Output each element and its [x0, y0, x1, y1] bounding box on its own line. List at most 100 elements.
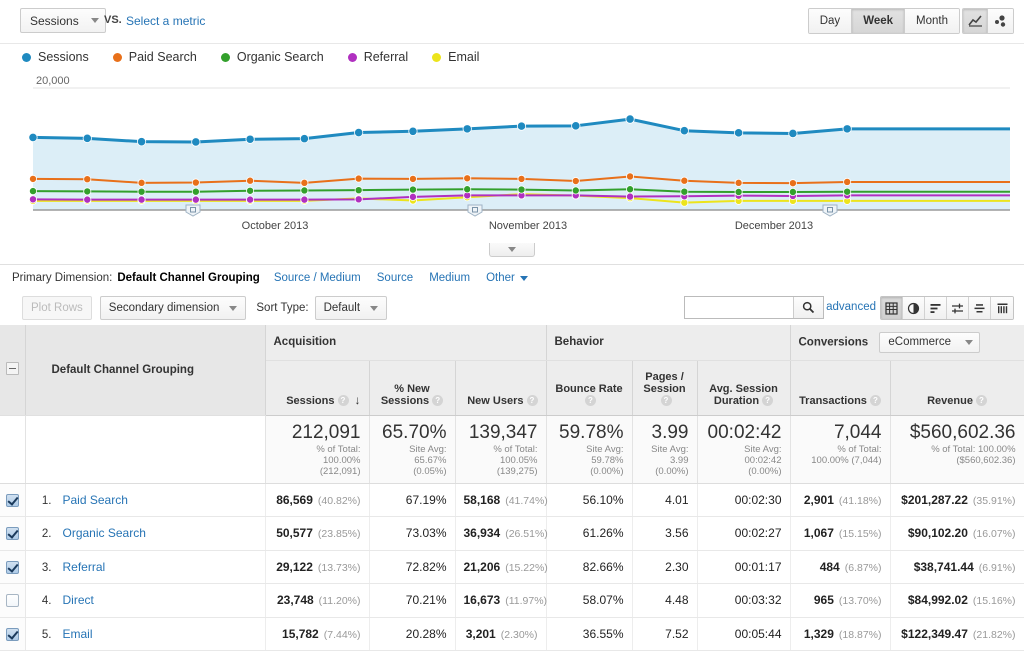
data-point[interactable]: [679, 126, 689, 136]
table-row[interactable]: 5. Email 15,782 (7.44%) 20.28% 3,201 (2.30%) 36…: [0, 617, 1024, 651]
data-point[interactable]: [28, 174, 37, 183]
data-point[interactable]: [299, 134, 309, 144]
row-checkbox-cell[interactable]: [0, 483, 26, 517]
metric-select[interactable]: Sessions: [20, 8, 106, 33]
row-checkbox[interactable]: [5, 594, 19, 608]
data-point[interactable]: [680, 187, 689, 196]
data-point[interactable]: [571, 121, 581, 131]
help-icon[interactable]: ?: [762, 395, 774, 407]
data-point[interactable]: [408, 185, 417, 194]
dimension-link-medium[interactable]: Medium: [429, 272, 470, 284]
data-point[interactable]: [626, 172, 635, 181]
table-row[interactable]: 2. Organic Search 50,577 (23.85%) 73.03% 36,9…: [0, 516, 1024, 551]
data-point[interactable]: [245, 134, 255, 144]
data-point[interactable]: [354, 127, 364, 138]
data-point[interactable]: [788, 179, 797, 188]
sort-descending-icon[interactable]: ↓: [355, 393, 361, 407]
conversions-type-select[interactable]: eCommerce: [879, 331, 981, 353]
row-checkbox[interactable]: [5, 560, 19, 574]
data-point[interactable]: [788, 188, 797, 197]
row-checkbox-cell[interactable]: [0, 550, 26, 584]
data-point[interactable]: [300, 195, 309, 204]
data-point[interactable]: [571, 186, 580, 195]
help-icon[interactable]: ?: [660, 395, 672, 407]
data-point[interactable]: [463, 174, 472, 183]
data-point[interactable]: [843, 187, 852, 196]
column-header-bounce-rate[interactable]: Bounce Rate?: [546, 360, 633, 416]
data-point[interactable]: [408, 174, 417, 183]
month-marker-handle[interactable]: [822, 204, 838, 217]
granularity-week-button[interactable]: Week: [852, 9, 906, 33]
data-point[interactable]: [788, 128, 798, 139]
data-point[interactable]: [517, 185, 526, 194]
data-point[interactable]: [734, 188, 743, 197]
data-point[interactable]: [842, 124, 852, 134]
data-point[interactable]: [734, 128, 744, 138]
dimension-link-source[interactable]: Source: [377, 272, 413, 284]
data-point[interactable]: [137, 178, 146, 187]
data-point[interactable]: [354, 195, 363, 204]
table-view-icon-button[interactable]: [881, 297, 903, 319]
data-point[interactable]: [137, 195, 146, 204]
data-point[interactable]: [516, 121, 527, 131]
data-point[interactable]: [28, 132, 38, 143]
row-dimension-link[interactable]: Referral: [63, 560, 106, 574]
pie-view-icon-button[interactable]: [903, 297, 925, 319]
column-header-new-sessions[interactable]: % New Sessions?: [369, 360, 456, 416]
data-point[interactable]: [28, 187, 37, 196]
data-point[interactable]: [462, 124, 472, 134]
data-point[interactable]: [246, 195, 255, 204]
data-point[interactable]: [82, 133, 92, 143]
month-marker-handle[interactable]: [467, 204, 483, 217]
advanced-link[interactable]: advanced: [826, 301, 876, 313]
data-point[interactable]: [191, 178, 200, 187]
comparison-view-icon-button[interactable]: [947, 297, 969, 319]
data-point[interactable]: [83, 175, 92, 184]
table-row[interactable]: 4. Direct 23,748 (11.20%) 70.21% 16,673 (11.97…: [0, 583, 1024, 618]
column-header-revenue[interactable]: Revenue?: [890, 360, 1024, 416]
column-header-avg-session-duration[interactable]: Avg. Session Duration?: [697, 360, 791, 416]
term-cloud-view-icon-button[interactable]: [969, 297, 991, 319]
sort-type-select[interactable]: Default: [314, 296, 388, 320]
data-point[interactable]: [408, 126, 418, 136]
legend-item-organic-search[interactable]: Organic Search: [220, 50, 324, 64]
collapse-all-button[interactable]: [0, 325, 26, 416]
search-button[interactable]: [793, 297, 823, 318]
help-icon[interactable]: ?: [869, 395, 881, 407]
data-point[interactable]: [246, 176, 255, 185]
pivot-view-icon-button[interactable]: [991, 297, 1013, 319]
dimension-link-other[interactable]: Other: [486, 272, 528, 284]
table-row[interactable]: 3. Referral 29,122 (13.73%) 72.82% 21,206 (15.…: [0, 550, 1024, 584]
data-point[interactable]: [28, 195, 37, 204]
legend-item-email[interactable]: Email: [432, 50, 479, 64]
month-marker-handle[interactable]: [185, 204, 201, 217]
row-checkbox-cell[interactable]: [0, 617, 26, 651]
legend-item-paid-search[interactable]: Paid Search: [112, 50, 197, 64]
row-dimension-link[interactable]: Direct: [63, 593, 94, 607]
search-input[interactable]: [685, 297, 793, 318]
row-checkbox-cell[interactable]: [0, 583, 26, 618]
help-icon[interactable]: ?: [526, 395, 538, 407]
data-point[interactable]: [354, 174, 363, 183]
data-point[interactable]: [626, 192, 635, 201]
data-point[interactable]: [734, 178, 743, 187]
data-point[interactable]: [137, 187, 146, 196]
data-point[interactable]: [517, 174, 526, 183]
row-dimension-link[interactable]: Organic Search: [63, 526, 146, 540]
secondary-dimension-button[interactable]: Secondary dimension: [99, 296, 247, 320]
plot-rows-button[interactable]: Plot Rows: [22, 296, 92, 320]
table-search-box[interactable]: [684, 296, 824, 319]
chart-expander-button[interactable]: [489, 243, 535, 257]
row-checkbox-cell[interactable]: [0, 516, 26, 551]
trend-chart[interactable]: 20,00010,000October 2013November 2013Dec…: [0, 70, 1024, 245]
data-point[interactable]: [680, 176, 689, 185]
row-checkbox[interactable]: [5, 527, 19, 541]
data-point[interactable]: [246, 186, 255, 195]
performance-view-icon-button[interactable]: [925, 297, 947, 319]
help-icon[interactable]: ?: [432, 395, 444, 407]
data-point[interactable]: [191, 137, 201, 147]
dimension-column-header[interactable]: Default Channel Grouping: [25, 325, 266, 416]
row-dimension-link[interactable]: Email: [63, 627, 93, 641]
help-icon[interactable]: ?: [975, 395, 987, 407]
data-point[interactable]: [83, 195, 92, 204]
